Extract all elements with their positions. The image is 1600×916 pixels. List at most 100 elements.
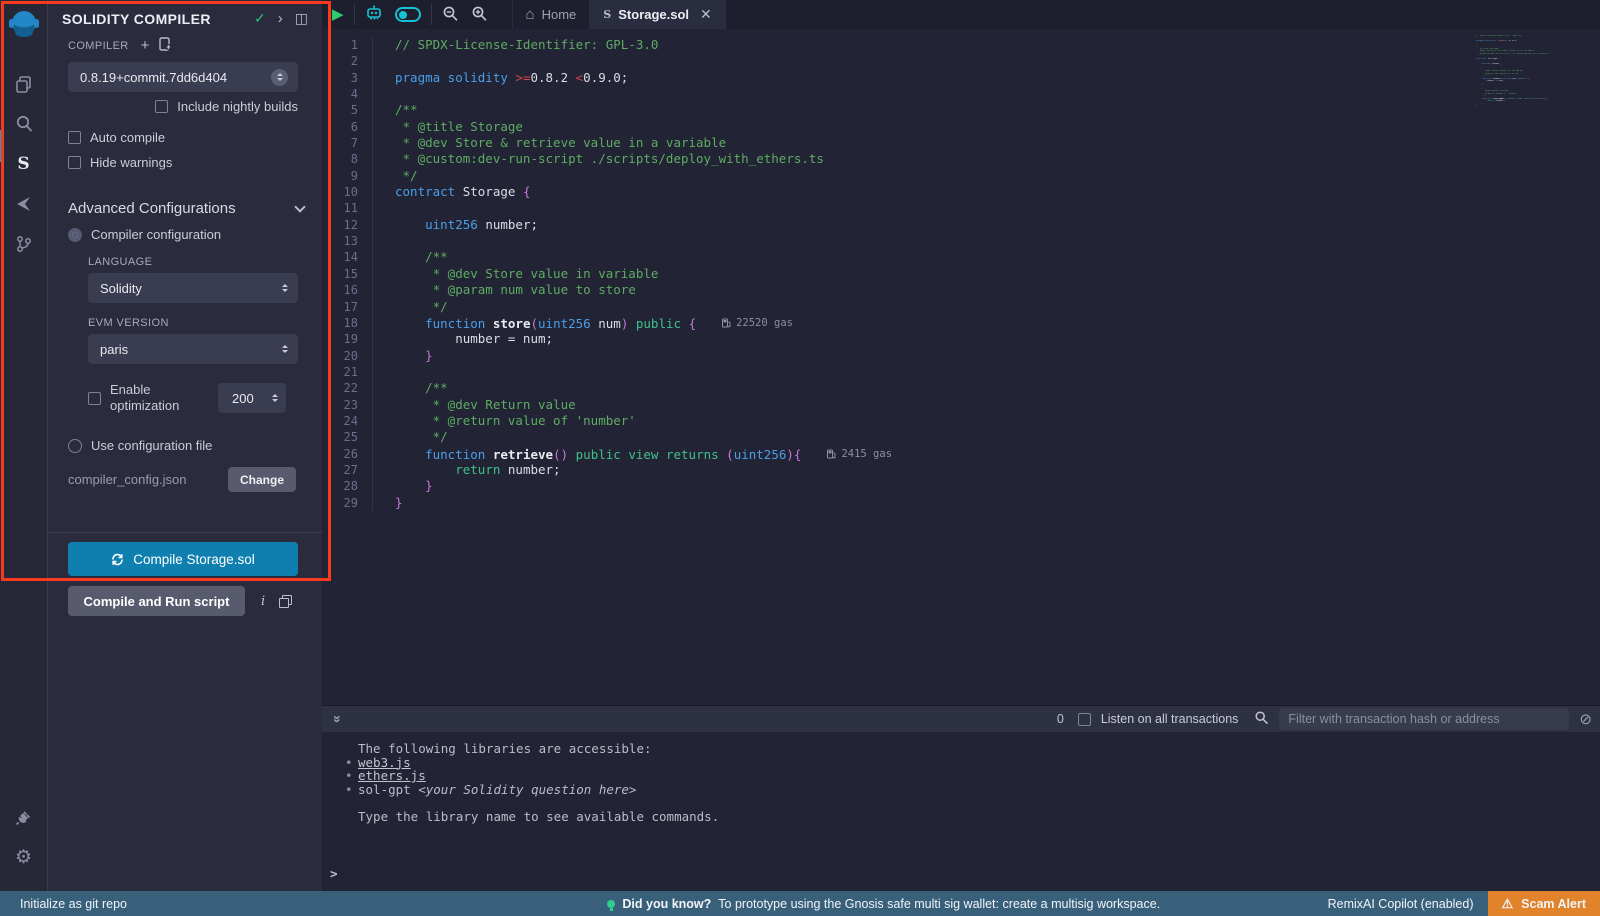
compiler-version-select[interactable]: 0.8.19+commit.7dd6d404: [68, 62, 298, 92]
code-line[interactable]: 23 * @dev Return value: [322, 397, 1600, 413]
line-number: 10: [322, 184, 372, 200]
git-init-status[interactable]: Initialize as git repo: [20, 897, 440, 911]
code-line[interactable]: 9 */: [322, 168, 1600, 184]
tab-home[interactable]: ⌂ Home: [512, 0, 591, 29]
compile-and-run-button[interactable]: Compile and Run script: [68, 586, 245, 616]
open-compiler-file-icon[interactable]: [159, 37, 172, 54]
clear-terminal-icon[interactable]: ⊘: [1579, 710, 1592, 728]
chevron-right-icon[interactable]: ›: [278, 10, 283, 27]
line-number: 8: [322, 151, 372, 167]
solidity-compiler-icon[interactable]: S: [0, 144, 48, 184]
code-line[interactable]: 1// SPDX-License-Identifier: GPL-3.0: [322, 37, 1600, 53]
terminal-line: The following libraries are accessible:: [358, 742, 1600, 756]
use-configuration-file-radio[interactable]: [68, 439, 82, 453]
add-compiler-icon[interactable]: +: [141, 37, 150, 54]
zoom-in-icon[interactable]: [471, 5, 488, 25]
code-line[interactable]: 11: [322, 200, 1600, 216]
include-nightly-checkbox[interactable]: [155, 100, 168, 113]
search-icon[interactable]: [0, 104, 48, 144]
code-line[interactable]: 4: [322, 86, 1600, 102]
code-line[interactable]: 24 * @return value of 'number': [322, 413, 1600, 429]
warning-icon: ⚠: [1502, 896, 1514, 912]
gas-estimate-badge: 22520 gas: [722, 315, 793, 331]
line-number: 11: [322, 200, 372, 216]
code-line[interactable]: 13: [322, 233, 1600, 249]
transaction-filter-input[interactable]: [1279, 708, 1569, 730]
code-line[interactable]: 14 /**: [322, 249, 1600, 265]
did-you-know-text: To prototype using the Gnosis safe multi…: [718, 897, 1160, 911]
code-line[interactable]: 8 * @custom:dev-run-script ./scripts/dep…: [322, 151, 1600, 167]
code-line[interactable]: 5/**: [322, 102, 1600, 118]
line-number: 29: [322, 495, 372, 511]
terminal-prompt[interactable]: >: [330, 866, 338, 881]
code-line[interactable]: 16 * @param num value to store: [322, 282, 1600, 298]
deploy-run-icon[interactable]: [0, 184, 48, 224]
remix-logo-icon[interactable]: [7, 8, 41, 42]
code-editor[interactable]: 1// SPDX-License-Identifier: GPL-3.023pr…: [322, 29, 1600, 705]
collapse-terminal-icon[interactable]: »: [330, 715, 346, 723]
run-script-play-icon[interactable]: ▶: [332, 7, 344, 22]
auto-compile-checkbox[interactable]: [68, 131, 81, 144]
terminal-line: Type the library name to see available c…: [358, 810, 1600, 824]
file-explorer-icon[interactable]: [0, 64, 48, 104]
listen-transactions-checkbox[interactable]: [1078, 713, 1091, 726]
zoom-out-icon[interactable]: [442, 5, 459, 25]
code-line[interactable]: 18 function store(uint256 num) public {2…: [322, 315, 1600, 331]
optimization-runs-input[interactable]: 200: [218, 383, 286, 413]
terminal[interactable]: The following libraries are accessible: …: [322, 732, 1600, 891]
code-line[interactable]: 2: [322, 53, 1600, 69]
code-line[interactable]: 26 function retrieve() public view retur…: [322, 446, 1600, 462]
tab-storage-sol[interactable]: S Storage.sol ✕: [590, 0, 725, 29]
compile-button[interactable]: Compile Storage.sol: [68, 542, 298, 576]
line-number: 4: [322, 86, 372, 102]
pin-panel-icon[interactable]: ◫: [295, 10, 308, 27]
advanced-configurations-title[interactable]: Advanced Configurations: [68, 200, 296, 217]
code-line[interactable]: 19 number = num;: [322, 331, 1600, 347]
transaction-count: 0: [1057, 712, 1064, 726]
line-number: 5: [322, 102, 372, 118]
change-config-button[interactable]: Change: [228, 467, 296, 492]
scam-alert-button[interactable]: ⚠ Scam Alert: [1488, 891, 1600, 916]
chevron-down-icon[interactable]: [294, 201, 305, 212]
code-line[interactable]: 3pragma solidity >=0.8.2 <0.9.0;: [322, 70, 1600, 86]
code-line[interactable]: 28 }: [322, 478, 1600, 494]
code-line[interactable]: 10contract Storage {: [322, 184, 1600, 200]
line-number: 7: [322, 135, 372, 151]
hide-warnings-checkbox[interactable]: [68, 156, 81, 169]
code-line[interactable]: 27 return number;: [322, 462, 1600, 478]
plugin-manager-icon[interactable]: [0, 797, 48, 837]
copy-icon[interactable]: [279, 595, 291, 607]
compiler-configuration-radio[interactable]: [68, 228, 82, 242]
info-icon[interactable]: i: [261, 594, 265, 609]
ai-robot-icon[interactable]: [365, 5, 383, 24]
code-line[interactable]: 21: [322, 364, 1600, 380]
refresh-icon: [111, 553, 124, 566]
line-number: 28: [322, 478, 372, 494]
evm-version-select[interactable]: paris: [88, 334, 298, 364]
code-line[interactable]: 29}: [322, 495, 1600, 511]
code-line[interactable]: 17 */: [322, 299, 1600, 315]
editor-minimap[interactable]: // SPDX-License-Identifier: GPL-3.0pragm…: [1476, 35, 1550, 108]
close-tab-icon[interactable]: ✕: [700, 6, 712, 23]
code-line[interactable]: 25 */: [322, 429, 1600, 445]
code-line[interactable]: 12 uint256 number;: [322, 217, 1600, 233]
settings-gear-icon[interactable]: ⚙: [0, 837, 48, 877]
git-icon[interactable]: [0, 224, 48, 264]
code-line[interactable]: 6 * @title Storage: [322, 119, 1600, 135]
line-number: 6: [322, 119, 372, 135]
line-number: 17: [322, 299, 372, 315]
code-line[interactable]: 22 /**: [322, 380, 1600, 396]
tab-bar: ▶: [322, 0, 1600, 29]
language-select[interactable]: Solidity: [88, 273, 298, 303]
code-line[interactable]: 20 }: [322, 348, 1600, 364]
enable-optimization-checkbox[interactable]: [88, 392, 101, 405]
solidity-file-icon: S: [603, 8, 611, 21]
terminal-search-icon[interactable]: [1254, 710, 1269, 728]
line-number: 1: [322, 37, 372, 53]
icon-sidebar: S ⚙: [0, 0, 48, 891]
copilot-status: RemixAI Copilot (enabled): [1328, 897, 1474, 911]
copilot-toggle[interactable]: [395, 7, 421, 22]
compiler-section-label: COMPILER: [68, 40, 129, 52]
code-line[interactable]: 7 * @dev Store & retrieve value in a var…: [322, 135, 1600, 151]
code-line[interactable]: 15 * @dev Store value in variable: [322, 266, 1600, 282]
